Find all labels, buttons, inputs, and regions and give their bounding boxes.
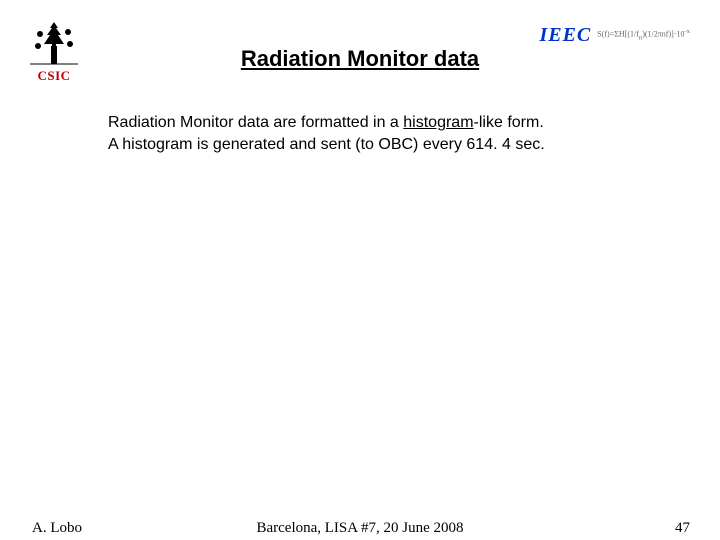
- ieec-logo: IEEC S(f)=ΣH[(1/fn)(1/2πnf)]·10-x: [539, 24, 690, 47]
- body-histogram-word: histogram: [403, 114, 473, 131]
- slide-title: Radiation Monitor data: [0, 46, 720, 72]
- footer-venue: Barcelona, LISA #7, 20 June 2008: [0, 520, 720, 537]
- footer-page-number: 47: [675, 520, 690, 537]
- ieec-formula-icon: S(f)=ΣH[(1/fn)(1/2πnf)]·10-x: [597, 29, 690, 42]
- body-line-1-a: Radiation Monitor data are formatted in …: [108, 114, 403, 131]
- ieec-label: IEEC: [539, 24, 591, 47]
- body-line-2: A histogram is generated and sent (to OB…: [108, 134, 545, 156]
- body-line-1: Radiation Monitor data are formatted in …: [108, 112, 545, 134]
- body-line-1-c: -like form.: [474, 114, 544, 131]
- slide-header: CSIC Radiation Monitor data IEEC S(f)=ΣH…: [0, 18, 720, 88]
- body-paragraph: Radiation Monitor data are formatted in …: [108, 112, 545, 155]
